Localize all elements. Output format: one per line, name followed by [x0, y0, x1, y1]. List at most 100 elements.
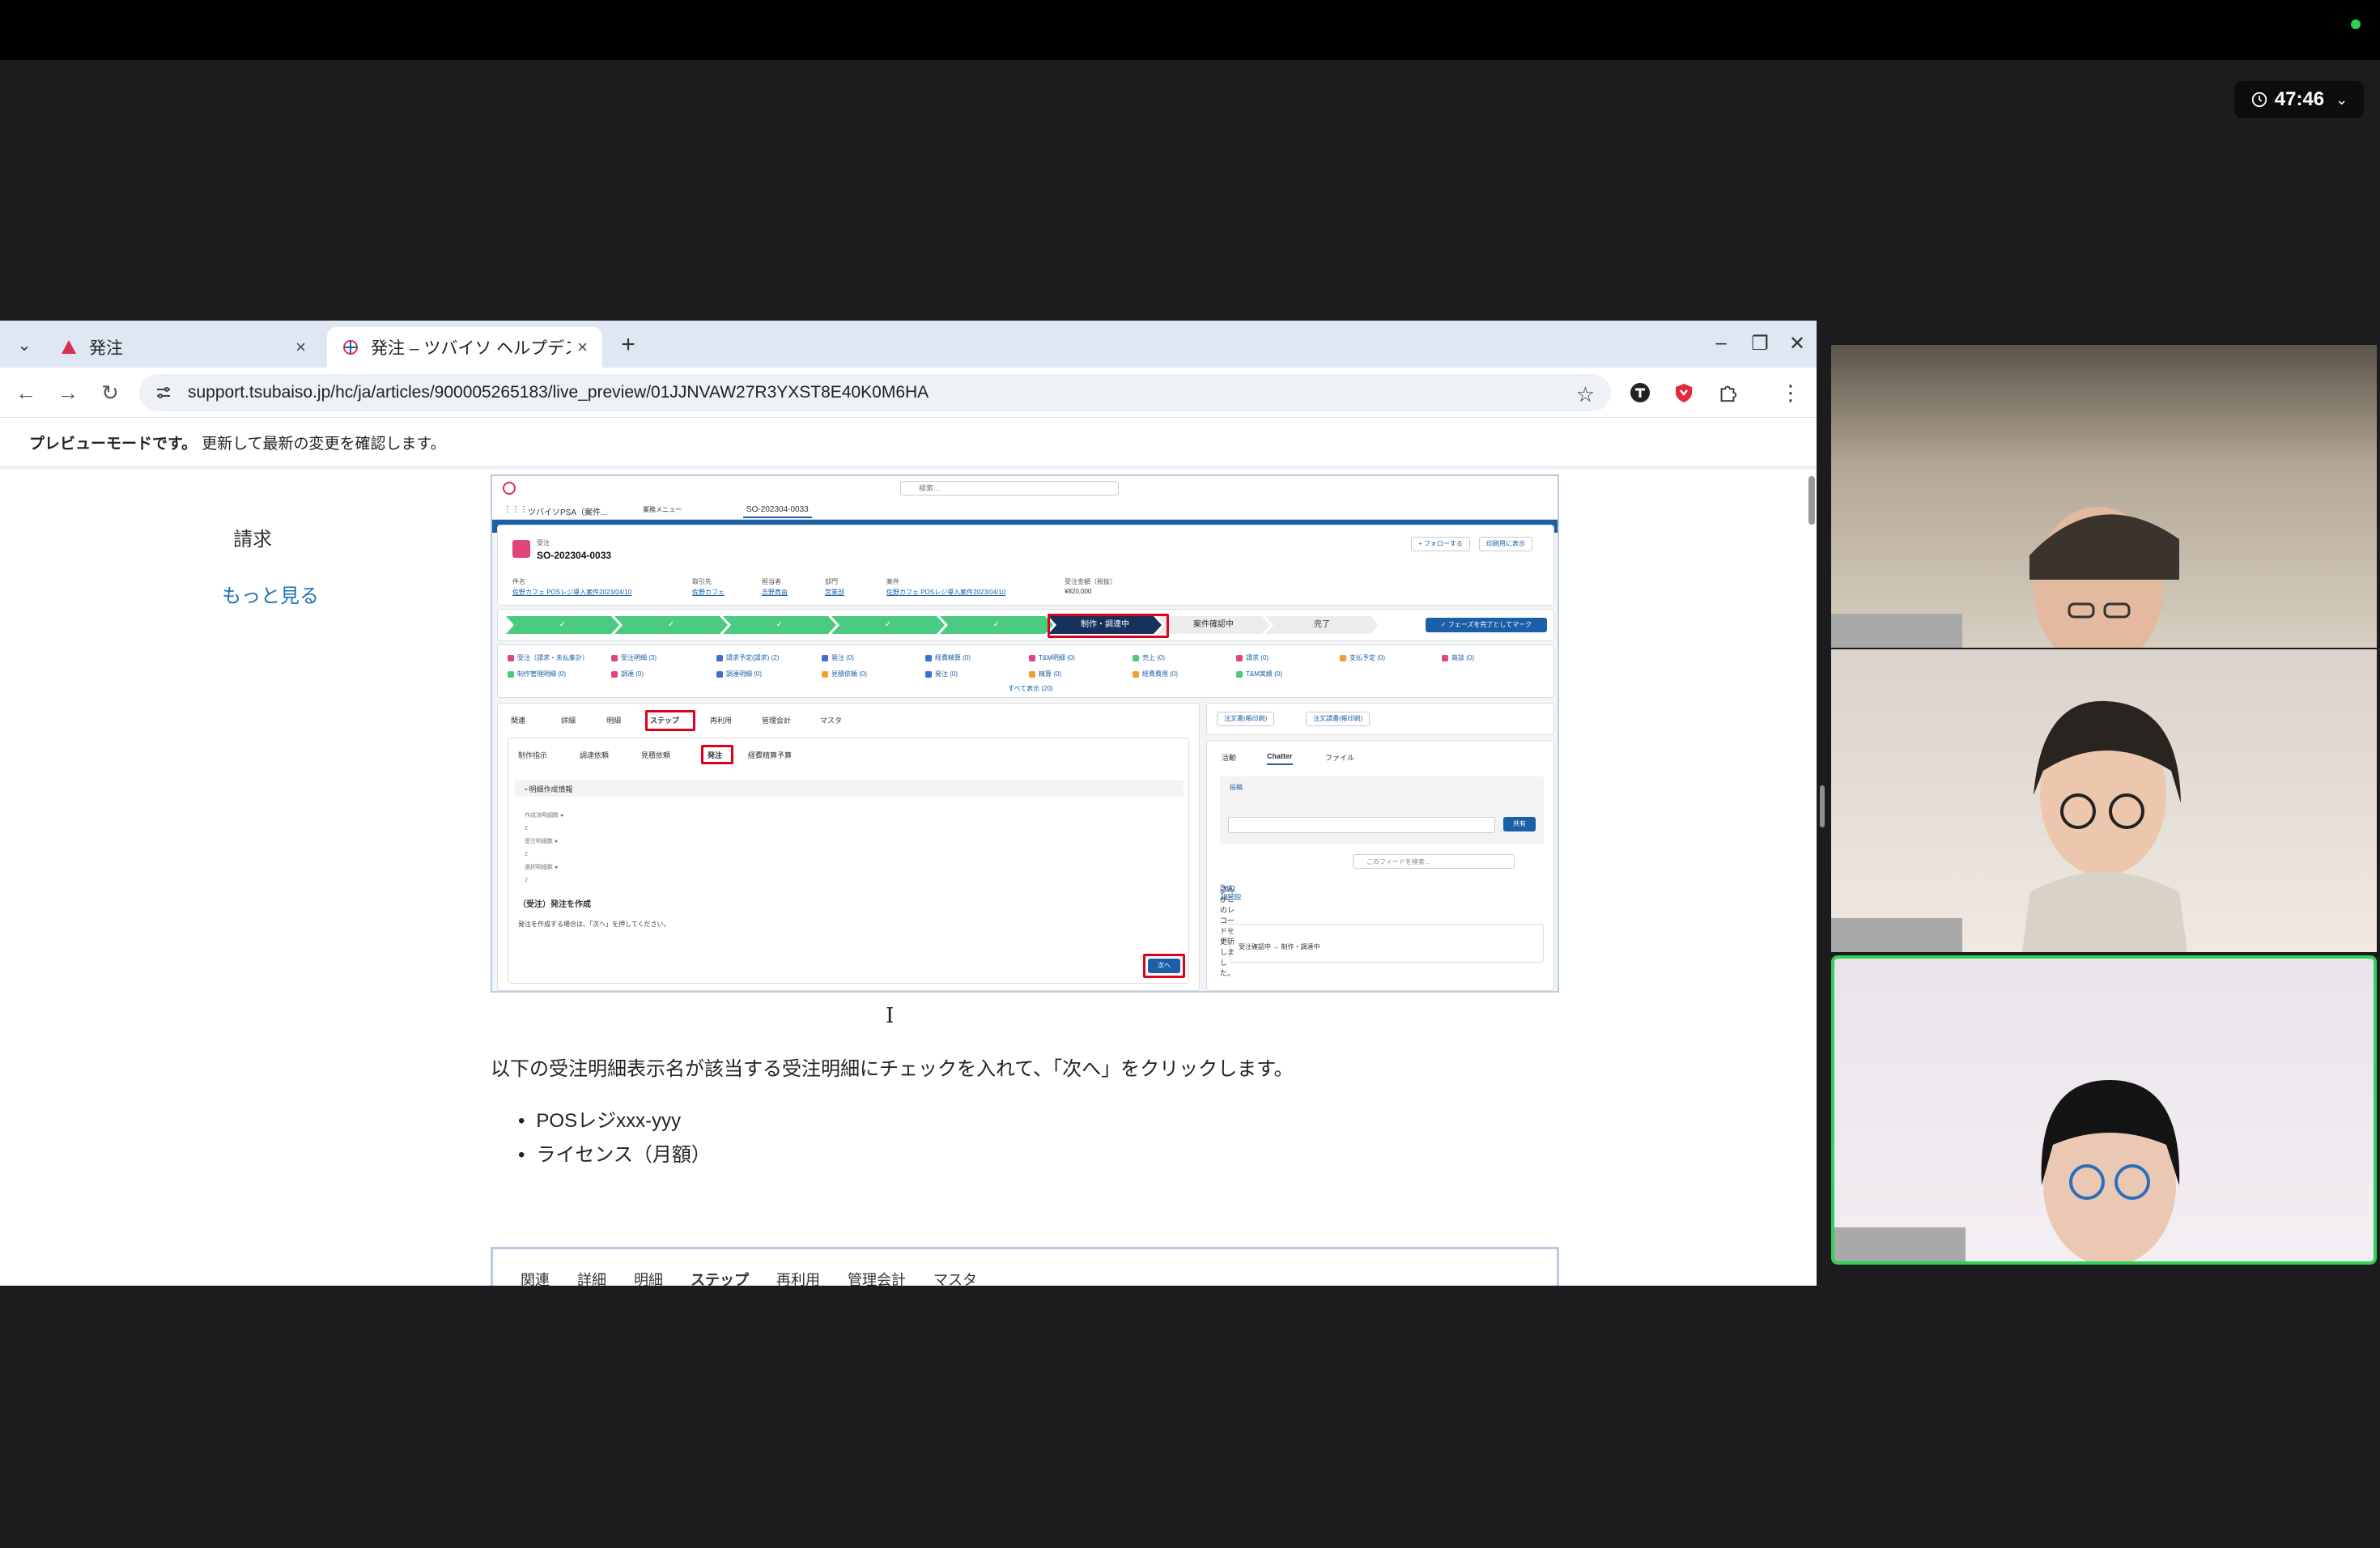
- site-settings-icon[interactable]: [154, 383, 173, 402]
- minimize-icon[interactable]: –: [1706, 329, 1736, 358]
- tab-label: 詳細: [577, 1272, 606, 1286]
- quick-link: 制作管理明細 (0): [508, 670, 566, 678]
- shared-browser-window: ⌄ 発注 × 発注 – ツバイソ ヘルプデス × + – ❐ ✕ ← → ↻ s…: [0, 321, 1817, 1286]
- record-type: 受注: [537, 539, 550, 546]
- preview-mode-banner: プレビューモードです。 更新して最新の変更を確認します。: [0, 418, 1817, 466]
- see-more-link[interactable]: もっと見る: [222, 580, 319, 608]
- preview-banner-text: 更新して最新の変更を確認します。: [202, 435, 446, 453]
- record-type-icon: [512, 540, 530, 558]
- close-window-icon[interactable]: ✕: [1783, 329, 1812, 358]
- record-id: SO-202304-0033: [537, 550, 612, 561]
- share-button: 共有: [1503, 817, 1536, 831]
- app-logo-icon: [62, 340, 76, 354]
- document-buttons-card: 注文書(帳印刷) 注文請書(帳印刷): [1206, 703, 1554, 735]
- participant-avatar: [2029, 507, 2179, 648]
- back-icon[interactable]: ←: [11, 378, 40, 407]
- path-step: 完了: [1265, 616, 1379, 634]
- participant-avatar: [2041, 1080, 2180, 1261]
- subtab: 制作指示: [518, 751, 548, 759]
- app-search-input: 検索...: [900, 481, 1119, 495]
- tab-label-selected: ステップ: [691, 1272, 749, 1286]
- quick-link: T&M明細 (0): [1029, 653, 1075, 662]
- chevron-down-icon[interactable]: ⌄: [2335, 91, 2348, 108]
- publisher: 投稿 共有: [1220, 776, 1544, 844]
- tab-lines: 明細: [606, 717, 622, 725]
- app-menu: 業務メニュー: [643, 506, 682, 513]
- action-title: （受注）発注を作成: [518, 900, 591, 909]
- subtab: 見積依頼: [641, 751, 671, 759]
- highlight-current-stage: [1048, 614, 1169, 638]
- page-scrollbar[interactable]: [1808, 476, 1815, 525]
- split-resize-handle[interactable]: [1820, 785, 1825, 827]
- mark-complete-button: ✓ フェーズを完了としてマーク: [1426, 618, 1547, 632]
- extensions-puzzle-icon[interactable]: [1715, 380, 1740, 406]
- tab-label: 明細: [634, 1272, 663, 1286]
- post-input: [1228, 817, 1495, 833]
- quick-link: 請求予定(請求) (2): [716, 653, 779, 662]
- shield-extension-icon[interactable]: [1671, 380, 1697, 406]
- screenshot2-tabs: 関連 詳細 明細 ステップ 再利用 管理会計 マスタ: [521, 1269, 977, 1286]
- browser-tab[interactable]: 発注 ×: [45, 327, 321, 368]
- restore-icon[interactable]: ❐: [1745, 329, 1774, 358]
- tab-management: 管理会計: [762, 717, 792, 725]
- path-step-complete: ✓: [831, 616, 945, 634]
- path-step-complete: ✓: [506, 616, 619, 634]
- highlight-order-subtab: [701, 745, 733, 764]
- meeting-timer[interactable]: 47:46 ⌄: [2234, 81, 2364, 118]
- list-item: POSレジxxx-yyy: [518, 1104, 711, 1138]
- active-speaker-video-tile[interactable]: [1831, 955, 2377, 1265]
- field-subject: 件名 佐野カフェ POSレジ導入案件2023/04/10: [512, 578, 632, 596]
- name-plate: [1834, 1227, 1966, 1261]
- tab-label: 再利用: [776, 1272, 820, 1286]
- main-tabs-card: 関連 詳細 明細 ステップ 再利用 管理会計 マスタ 制作指示 調達依頼 見積依…: [497, 703, 1200, 991]
- forward-icon[interactable]: →: [53, 378, 83, 407]
- app-grid-icon: ⋮⋮⋮: [504, 505, 528, 514]
- path-step-complete: ✓: [723, 616, 836, 634]
- path-step-complete: ✓: [614, 616, 728, 634]
- path-step: 案件確認中: [1157, 616, 1270, 634]
- bookmark-star-icon[interactable]: ☆: [1576, 382, 1595, 407]
- name-plate: [1831, 918, 1962, 952]
- instruction-text: 以下の受注明細表示名が該当する受注明細にチェックを入れて、「次へ」をクリックしま…: [491, 1058, 1294, 1080]
- browser-toolbar: ← → ↻ support.tsubaiso.jp/hc/ja/articles…: [0, 368, 1817, 418]
- highlight-steps-tab: [645, 710, 695, 731]
- record-header-card: 受注 SO-202304-0033 + フォローする 印刷用に表示 件名 佐野カフ…: [497, 525, 1554, 606]
- tab-search-icon[interactable]: ⌄: [11, 332, 37, 358]
- sidebar-item-billing[interactable]: 請求: [233, 523, 272, 551]
- tab-related: 関連: [511, 717, 526, 725]
- field-owner: 担当者 吉野真由: [762, 578, 788, 596]
- article-page: 請求 もっと見る 検索... ⋮⋮⋮ ツバイソPSA（案件... 業務メニュー …: [0, 466, 1817, 1286]
- section-fields: 作成済明細数 ● 2 受注明細数 ● 2 選択明細数 ● 2: [525, 813, 564, 883]
- participant-avatar: [2022, 700, 2187, 952]
- address-bar[interactable]: support.tsubaiso.jp/hc/ja/articles/90000…: [139, 374, 1611, 411]
- participant-video-tile[interactable]: [1831, 345, 2377, 648]
- reload-icon[interactable]: ↻: [96, 378, 125, 407]
- close-icon[interactable]: ×: [577, 337, 588, 358]
- new-tab-button[interactable]: +: [614, 330, 643, 359]
- quick-link: T&M実績 (0): [1236, 670, 1282, 678]
- related-links-card: 受注（請求・未払集計） 受注明細 (3) 請求予定(請求) (2) 発注 (0)…: [497, 644, 1554, 698]
- print-view-button: 印刷用に表示: [1479, 537, 1532, 551]
- field-account: 取引先 佐野カフェ: [692, 578, 725, 596]
- tab-title: 発注: [89, 339, 123, 358]
- list-item: ライセンス（月額）: [518, 1138, 711, 1172]
- subtab: 経費精算予算: [748, 751, 793, 759]
- participant-video-tile[interactable]: [1831, 649, 2377, 952]
- preview-banner-bold: プレビューモードです。: [29, 435, 198, 453]
- browser-tab-active[interactable]: 発注 – ツバイソ ヘルプデス ×: [327, 327, 602, 368]
- quick-link: 受注（請求・未払集計）: [508, 653, 589, 662]
- path-step-complete: ✓: [940, 616, 1053, 634]
- tab-label: 管理会計: [848, 1272, 906, 1286]
- quick-link: 見積依頼 (0): [822, 670, 867, 678]
- bullet-list: POSレジxxx-yyy ライセンス（月額）: [518, 1104, 711, 1172]
- field-amount: 受注金額（税抜） ¥820,000: [1065, 578, 1116, 595]
- close-icon[interactable]: ×: [295, 337, 306, 358]
- video-feed: [1831, 649, 2377, 952]
- tab-label: マスタ: [933, 1272, 977, 1286]
- video-feed: [1831, 345, 2377, 648]
- extension-icon[interactable]: [1627, 380, 1653, 406]
- more-menu-icon[interactable]: ⋮: [1778, 380, 1804, 406]
- quick-link: 経費費用 (0): [1133, 670, 1178, 678]
- url-text[interactable]: support.tsubaiso.jp/hc/ja/articles/90000…: [188, 383, 929, 402]
- quick-link: 請求 (0): [1236, 653, 1269, 662]
